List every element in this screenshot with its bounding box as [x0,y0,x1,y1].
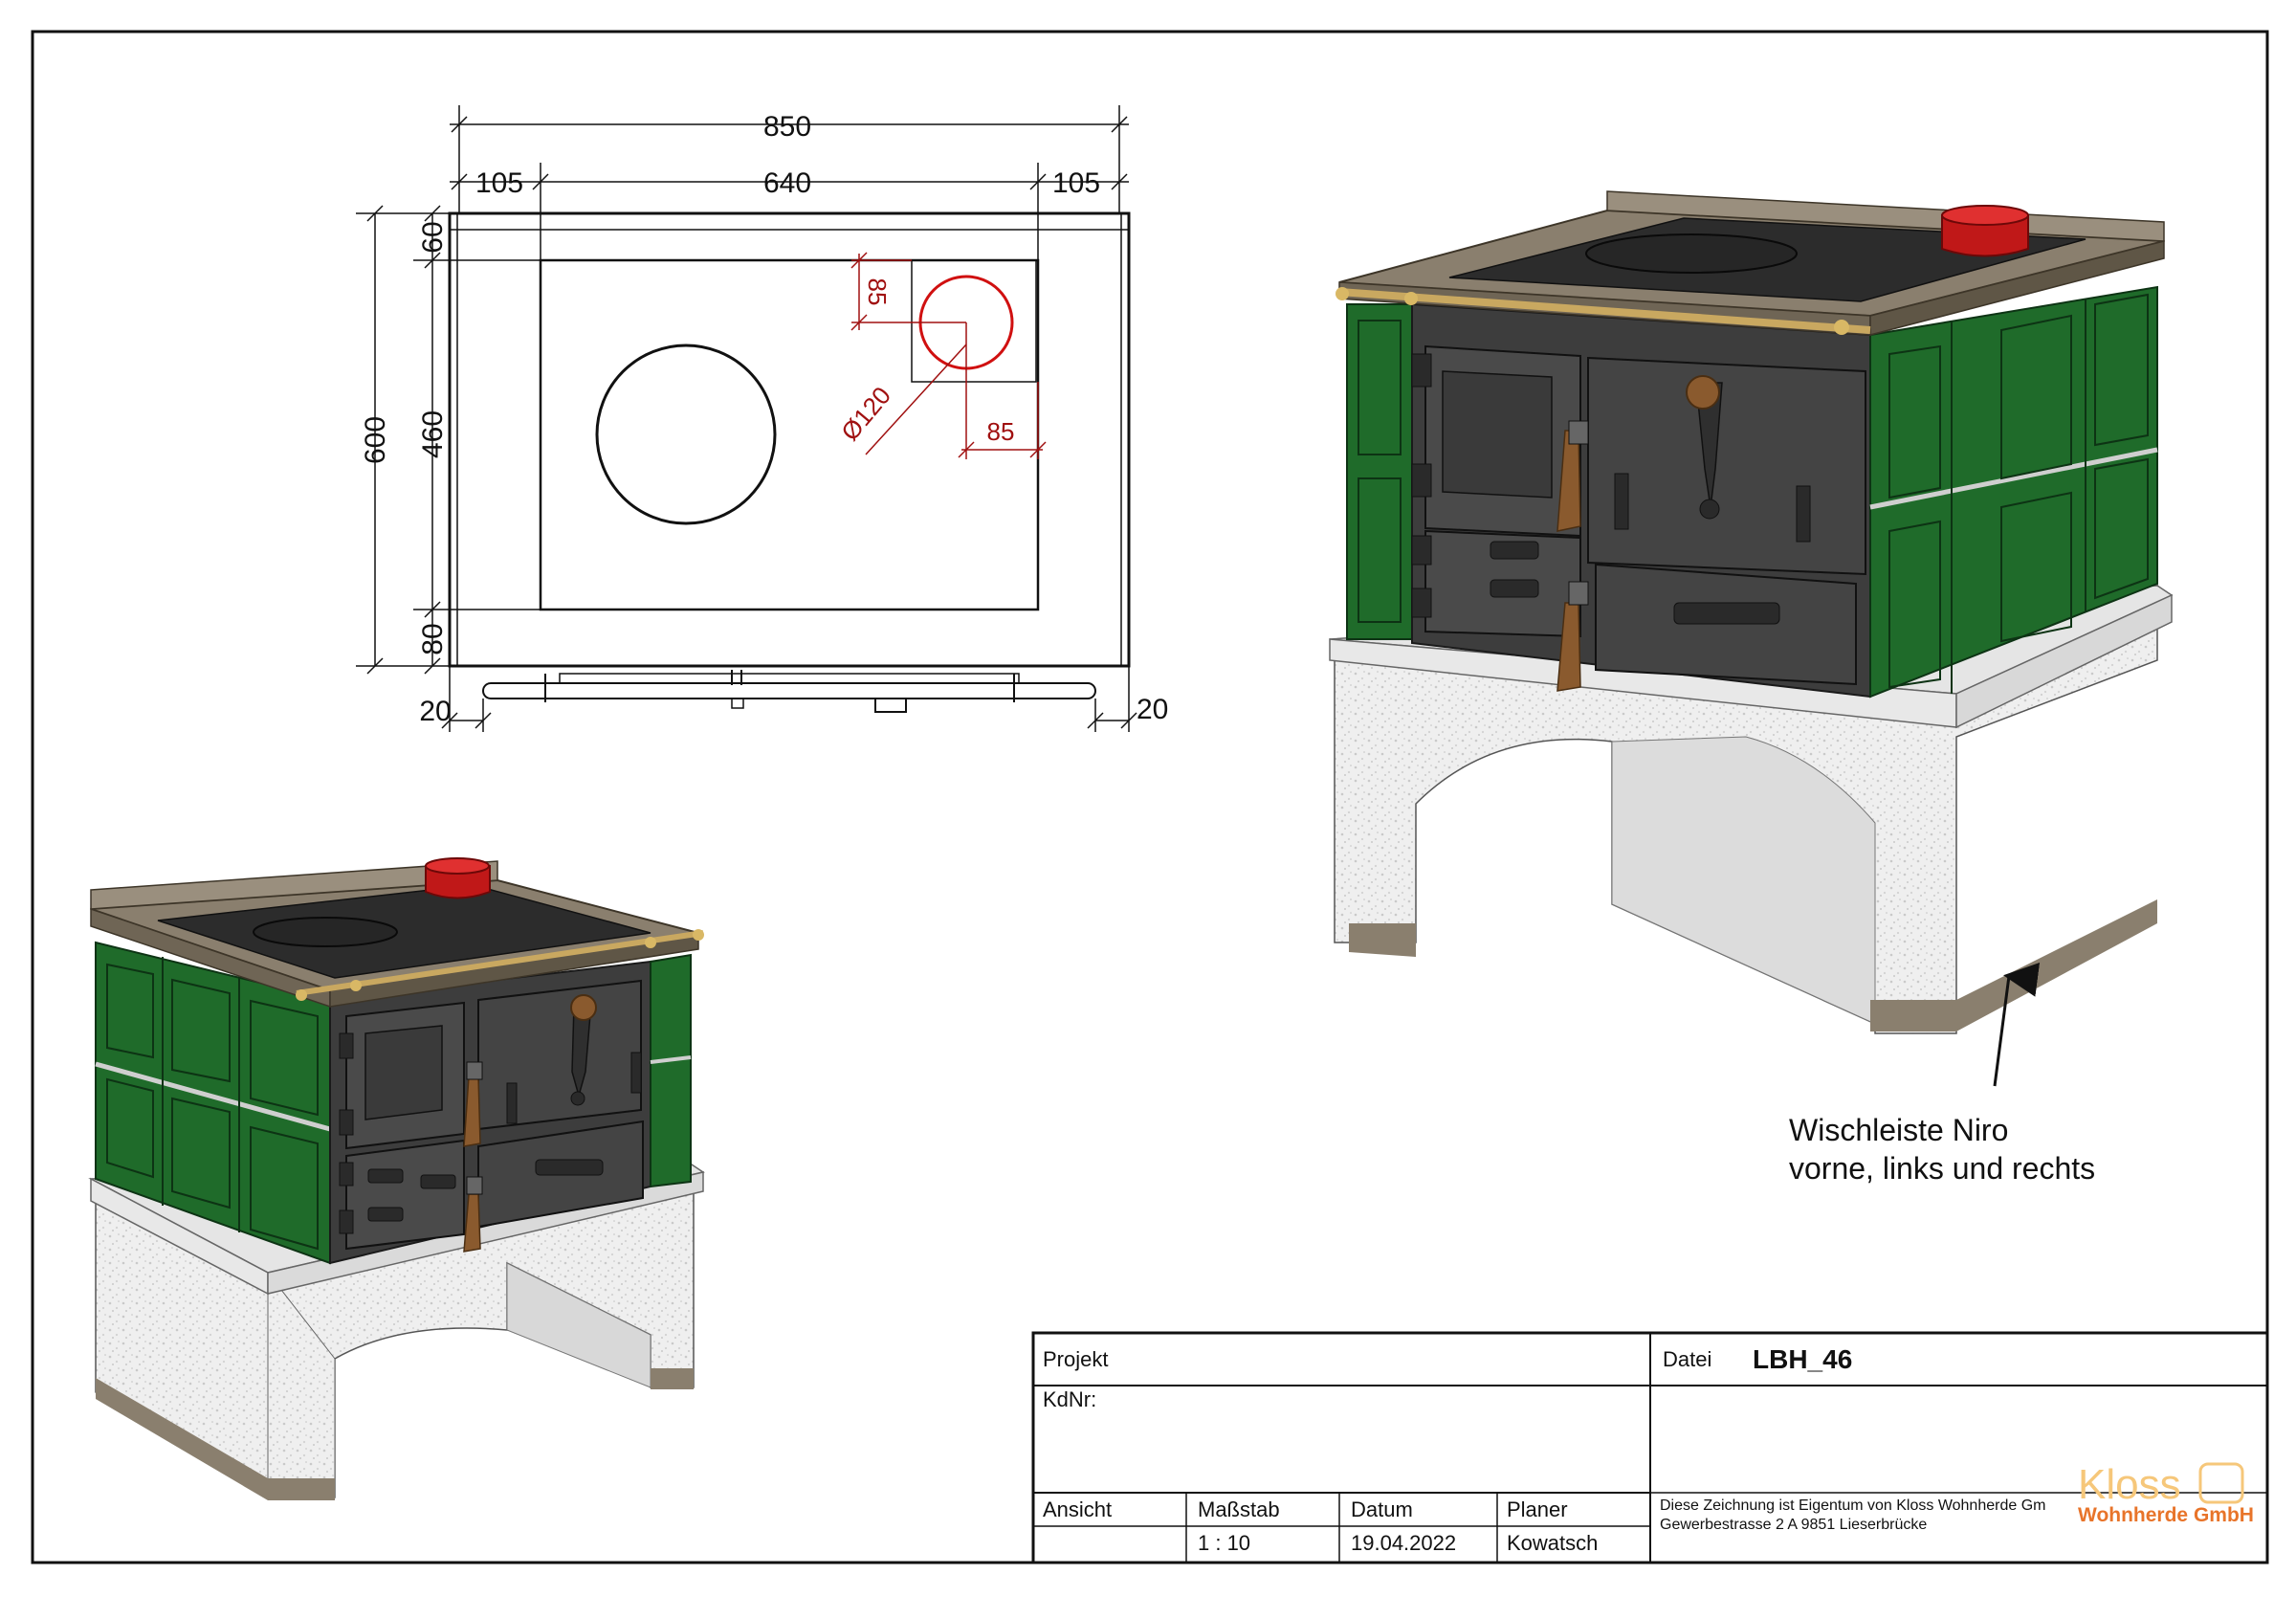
dim-total-depth: 600 [360,416,391,464]
dim-center-width: 640 [763,167,811,199]
logo-brand: Kloss [2078,1461,2181,1508]
annotation-line-2: vorne, links und rechts [1789,1151,2095,1186]
dim-inner-depth: 460 [417,410,449,458]
datei-label: Datei [1663,1347,1711,1371]
title-block [1031,1331,2269,1564]
dim-top-margin: 60 [417,221,449,253]
datei-value: LBH_46 [1753,1344,1852,1374]
dim-total-width: 850 [763,111,811,143]
stove-3d-small [88,857,705,1500]
dim-rail-left: 20 [419,696,451,727]
massstab-label: Maßstab [1198,1497,1280,1521]
ownership-line-1: Diese Zeichnung ist Eigentum von Kloss W… [1660,1497,2045,1514]
logo-mark-icon [2198,1462,2244,1504]
dim-flue-diameter: Ø120 [835,381,896,446]
logo-tagline: Wohnherde GmbH [2078,1504,2254,1526]
annotation-line-1: Wischleiste Niro [1789,1113,2008,1147]
hotplate-ring [595,344,777,525]
massstab-value: 1 : 10 [1198,1531,1250,1555]
planer-value: Kowatsch [1507,1531,1598,1555]
kdnr-label: KdNr: [1043,1387,1096,1411]
dim-flue-offset-top: 85 [863,278,892,306]
dim-right-margin: 105 [1052,167,1100,199]
ansicht-label: Ansicht [1043,1497,1112,1521]
top-view-drawing [356,105,1137,732]
dim-left-margin: 105 [475,167,523,199]
dim-flue-offset-side: 85 [987,417,1015,446]
datum-value: 19.04.2022 [1351,1531,1456,1555]
ownership-line-2: Gewerbestrasse 2 A 9851 Lieserbrücke [1660,1517,1927,1533]
dim-rail-right: 20 [1137,694,1168,725]
kloss-logo: Kloss Wohnherde GmbH [2078,1461,2254,1526]
projekt-label: Projekt [1043,1347,1108,1371]
stove-3d-large [1329,190,2174,1034]
dim-bottom-margin: 80 [417,623,449,654]
datum-label: Datum [1351,1497,1413,1521]
planer-label: Planer [1507,1497,1568,1521]
